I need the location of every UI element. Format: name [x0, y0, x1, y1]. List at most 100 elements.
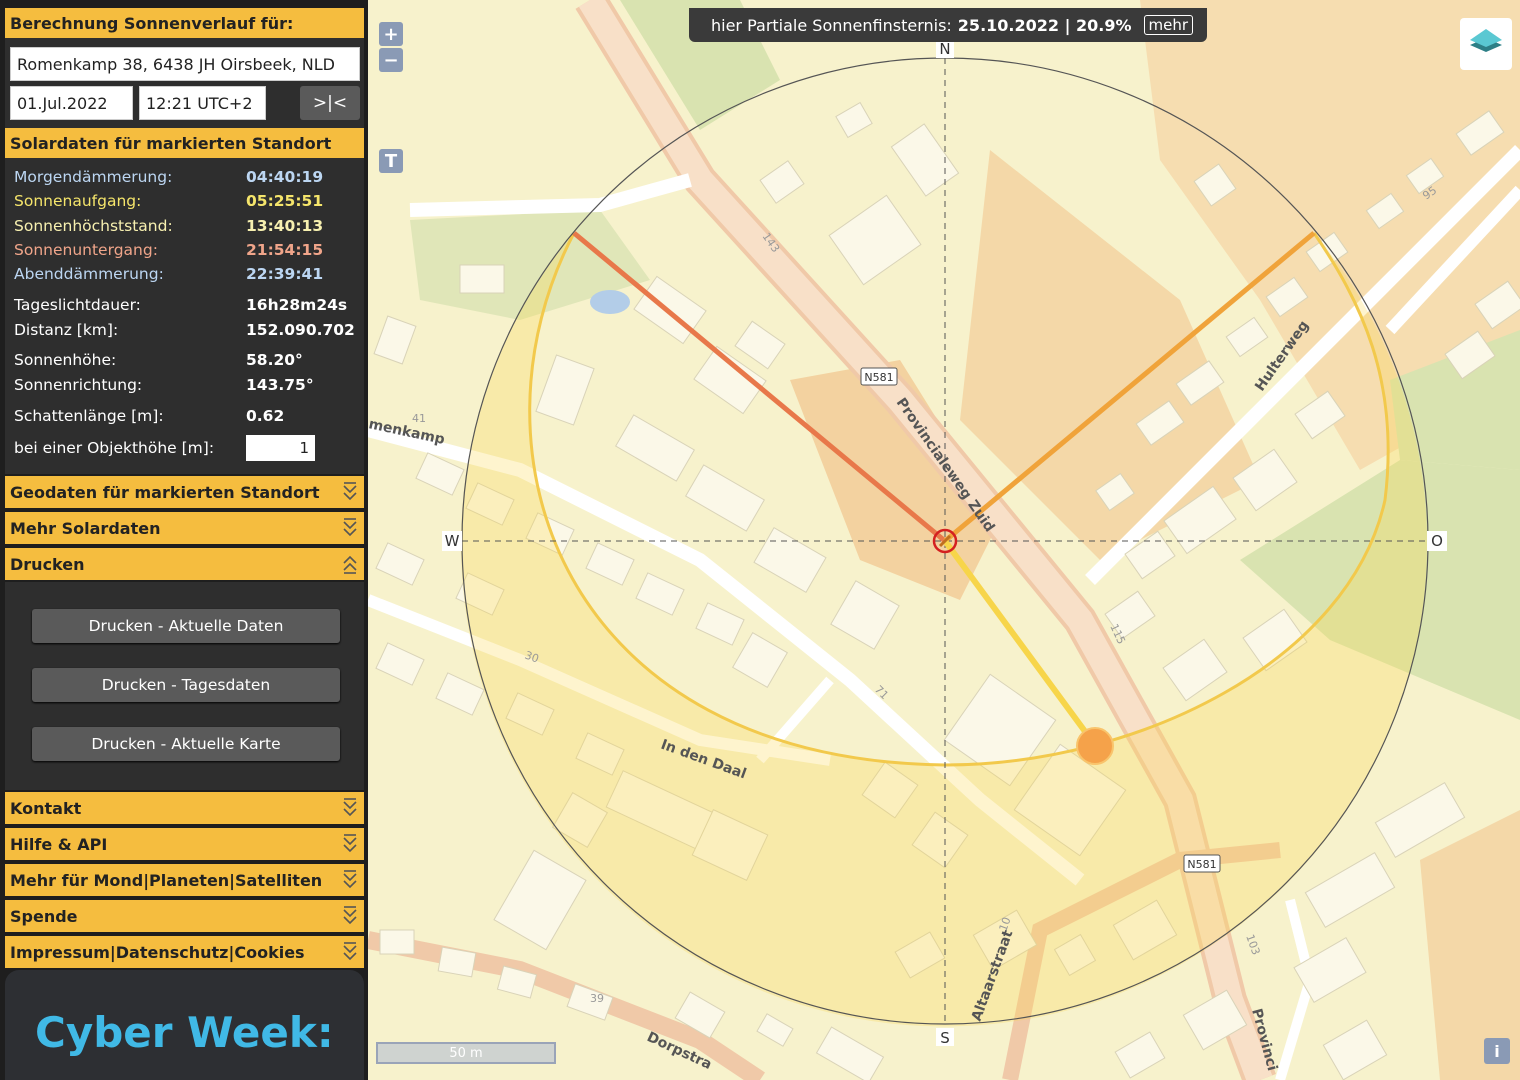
solar-row-value: 04:40:19 — [246, 168, 324, 186]
section-header[interactable]: Mehr Solardaten — [5, 510, 364, 544]
print-button[interactable]: Drucken - Tagesdaten — [32, 668, 340, 702]
now-button[interactable]: >|< — [300, 86, 360, 120]
solar-row-label: Abenddämmerung: — [14, 265, 164, 283]
solar-row-value: 13:40:13 — [246, 217, 324, 235]
road-badge-1: N581 — [864, 371, 893, 384]
solar-row-value: 152.090.702 — [246, 321, 355, 339]
road-badge-2: N581 — [1187, 858, 1216, 871]
solar-row-value: 05:25:51 — [246, 192, 324, 210]
solar-row-label: Sonnenaufgang: — [14, 192, 142, 210]
compass-o: O — [1431, 532, 1443, 550]
solar-row-value: 16h28m24s — [246, 296, 348, 314]
solar-row-label: Morgendämmerung: — [14, 168, 173, 186]
solar-row-label: Sonnenrichtung: — [14, 376, 143, 394]
address-input[interactable]: Romenkamp 38, 6438 JH Oirsbeek, NLD — [10, 47, 360, 81]
address-value: Romenkamp 38, 6438 JH Oirsbeek, NLD — [17, 54, 335, 74]
pond — [590, 290, 630, 314]
solar-row: Morgendämmerung: 04:40:19 — [14, 168, 323, 186]
solar-row-value: 58.20° — [246, 351, 303, 369]
solar-row-label: Schattenlänge [m]: — [14, 407, 164, 425]
section-title: Mehr für Mond|Planeten|Satelliten — [10, 870, 323, 890]
toggle-t-button[interactable]: T — [379, 149, 403, 173]
banner-value: 25.10.2022 | 20.9% — [957, 15, 1132, 35]
solar-row: Schattenlänge [m]: 0.62 — [14, 407, 284, 425]
layers-button[interactable] — [1460, 18, 1512, 70]
sidebar: Berechnung Sonnenverlauf für: Romenkamp … — [0, 0, 368, 1080]
solar-row: Sonnenhöchststand: 13:40:13 — [14, 217, 323, 235]
section-title: Geodaten für markierten Standort — [10, 482, 320, 502]
solar-row: Distanz [km]: 152.090.702 — [14, 321, 355, 339]
chevron-down-icon — [343, 906, 357, 925]
solar-row: Sonnenuntergang: 21:54:15 — [14, 241, 323, 259]
solar-section-title: Solardaten für markierten Standort — [10, 133, 332, 153]
date-input[interactable]: 01.Jul.2022 — [10, 86, 133, 120]
time-input[interactable]: 12:21 UTC+2 — [139, 86, 266, 120]
solar-row: Tageslichtdauer: 16h28m24s — [14, 296, 347, 314]
chevron-down-icon — [343, 518, 357, 537]
map-area[interactable]: N S W O Provincialeweg Zuid Hulterweg In… — [368, 0, 1520, 1080]
street — [409, 173, 692, 217]
solar-row-value: 22:39:41 — [246, 265, 324, 283]
section-header[interactable]: Kontakt — [5, 790, 364, 824]
layers-icon — [1470, 29, 1502, 52]
map-scale: 50 m — [376, 1042, 556, 1064]
section-header[interactable]: Impressum|Datenschutz|Cookies — [5, 934, 364, 968]
solar-row: Sonnenrichtung: 143.75° — [14, 376, 314, 394]
now-button-label: >|< — [312, 93, 348, 113]
sun-position-marker[interactable] — [1076, 727, 1114, 765]
object-height-label: bei einer Objekthöhe [m]: — [14, 439, 215, 457]
chevron-down-icon — [343, 942, 357, 961]
svg-text:41: 41 — [412, 412, 426, 425]
section-title: Spende — [10, 906, 78, 926]
solar-row: Sonnenaufgang: 05:25:51 — [14, 192, 323, 210]
section-title: Mehr Solardaten — [10, 518, 161, 538]
chevron-down-icon — [343, 870, 357, 889]
chevron-down-icon — [343, 834, 357, 853]
section-header[interactable]: Hilfe & API — [5, 826, 364, 860]
zoom-in-button[interactable]: + — [379, 22, 403, 46]
section-header[interactable]: Mehr für Mond|Planeten|Satelliten — [5, 862, 364, 896]
solar-row-label: Sonnenuntergang: — [14, 241, 158, 259]
eclipse-banner: hier Partiale Sonnenfinsternis: 25.10.20… — [689, 8, 1207, 42]
section-title: Impressum|Datenschutz|Cookies — [10, 942, 305, 962]
section-header[interactable]: Geodaten für markierten Standort — [5, 474, 364, 508]
calc-header: Berechnung Sonnenverlauf für: — [5, 8, 364, 38]
zoom-out-button[interactable]: − — [379, 48, 403, 72]
svg-text:39: 39 — [590, 992, 604, 1005]
chevron-up-icon — [343, 555, 357, 574]
date-value: 01.Jul.2022 — [17, 93, 108, 113]
map-svg: N S W O Provincialeweg Zuid Hulterweg In… — [368, 0, 1520, 1080]
solar-row: Sonnenhöhe: 58.20° — [14, 351, 303, 369]
ad-text: Cyber Week: — [35, 1008, 334, 1057]
solar-row-label: Distanz [km]: — [14, 321, 119, 339]
chevron-down-icon — [343, 482, 357, 501]
print-button[interactable]: Drucken - Aktuelle Daten — [32, 609, 340, 643]
banner-more-link[interactable]: mehr — [1143, 15, 1194, 35]
solar-section-header[interactable]: Solardaten für markierten Standort — [5, 128, 364, 158]
section-header[interactable]: Drucken — [5, 546, 364, 580]
print-button-label: Drucken - Tagesdaten — [101, 676, 271, 694]
section-header[interactable]: Spende — [5, 898, 364, 932]
print-button[interactable]: Drucken - Aktuelle Karte — [32, 727, 340, 761]
time-value: 12:21 UTC+2 — [146, 93, 253, 113]
object-height-input[interactable]: 1 — [246, 435, 315, 461]
chevron-down-icon — [343, 798, 357, 817]
street — [1275, 898, 1316, 1080]
solar-row-value: 21:54:15 — [246, 241, 324, 259]
svg-text:103: 103 — [1243, 933, 1262, 957]
section-title: Hilfe & API — [10, 834, 108, 854]
print-button-label: Drucken - Aktuelle Daten — [88, 617, 284, 635]
solar-row-label: Sonnenhöhe: — [14, 351, 117, 369]
solar-row-label: Sonnenhöchststand: — [14, 217, 173, 235]
section-title: Kontakt — [10, 798, 82, 818]
solar-row-label: Tageslichtdauer: — [14, 296, 141, 314]
solar-row-value: 0.62 — [246, 407, 285, 425]
compass-n: N — [939, 40, 950, 58]
calc-header-title: Berechnung Sonnenverlauf für: — [10, 13, 294, 33]
print-button-label: Drucken - Aktuelle Karte — [91, 735, 281, 753]
compass-s: S — [940, 1029, 950, 1047]
compass-w: W — [445, 532, 460, 550]
ad-banner[interactable]: Cyber Week: — [5, 970, 364, 1080]
section-title: Drucken — [10, 554, 85, 574]
info-button[interactable]: i — [1484, 1038, 1510, 1064]
